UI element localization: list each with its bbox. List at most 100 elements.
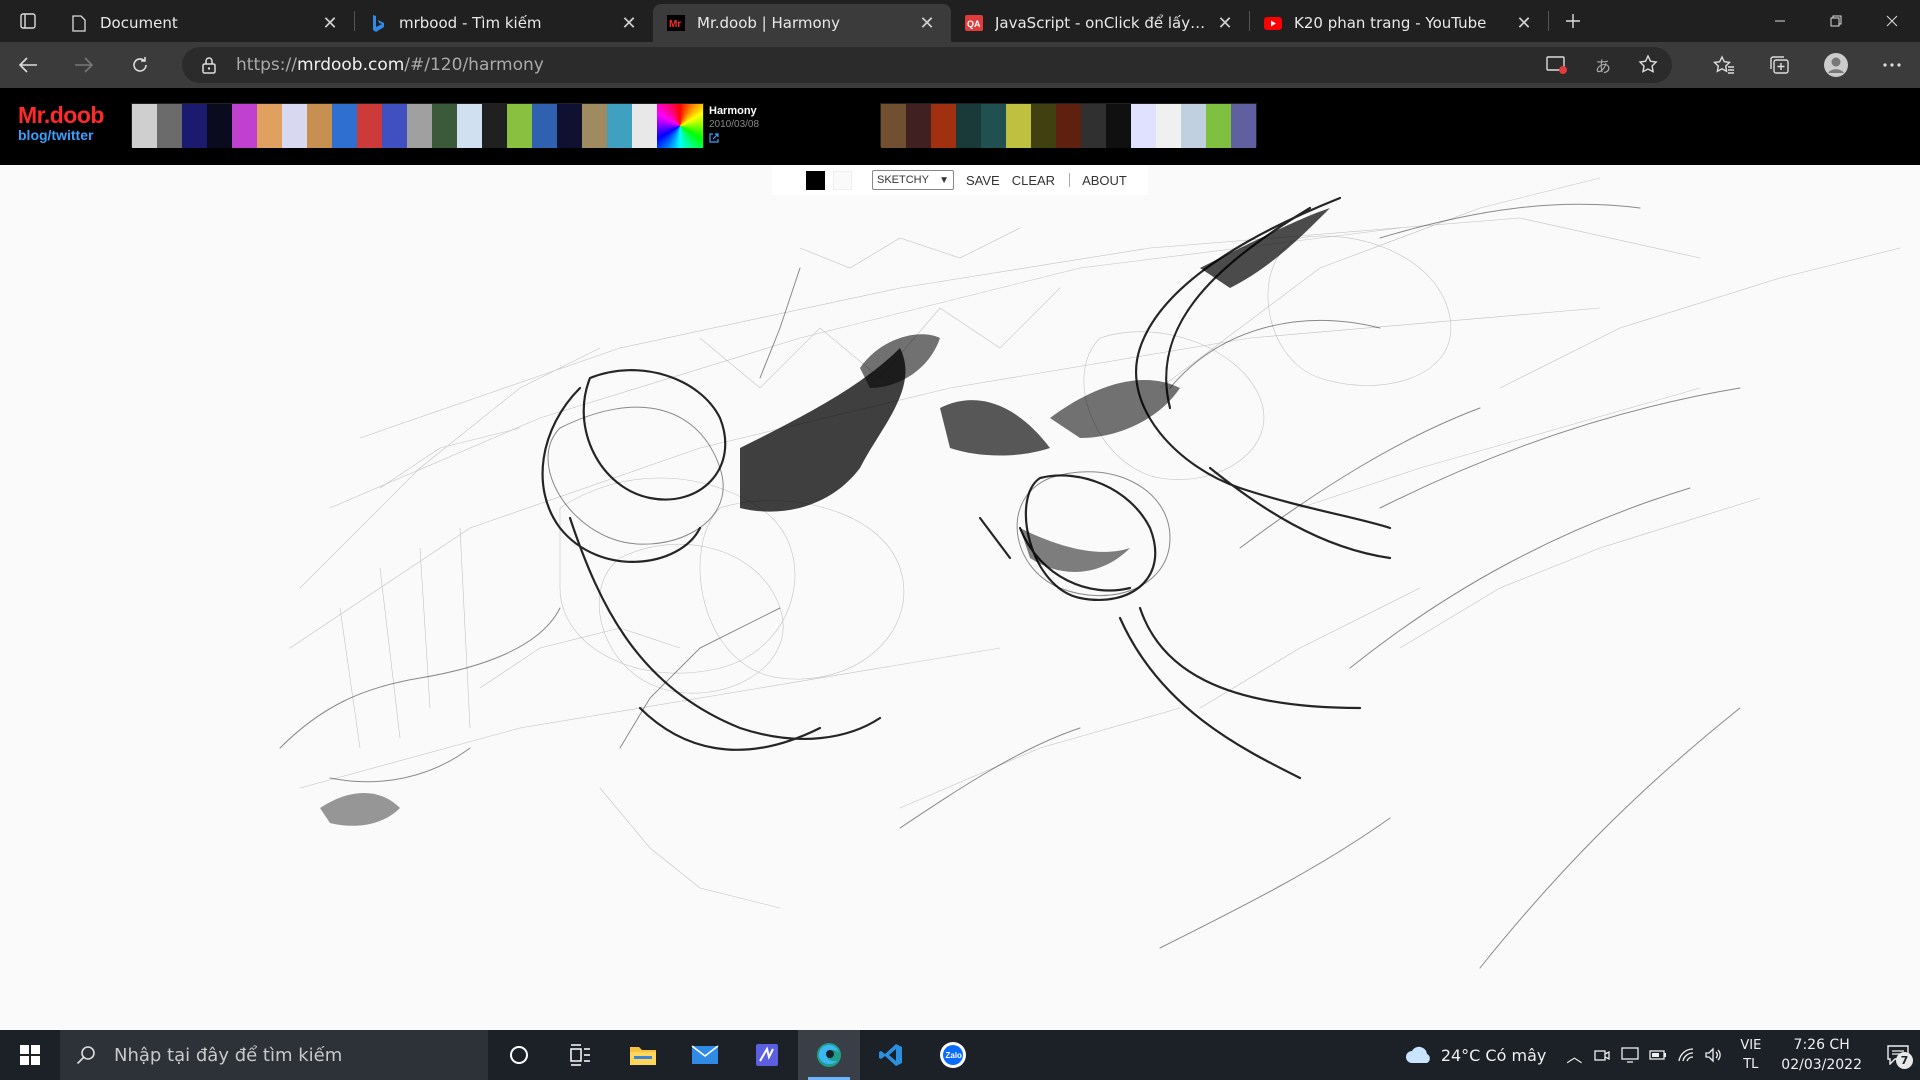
project-thumbnail[interactable] bbox=[906, 104, 931, 148]
volume-button[interactable] bbox=[1700, 1047, 1728, 1063]
app-available-button[interactable] bbox=[1534, 55, 1580, 75]
project-thumbnail[interactable] bbox=[507, 104, 532, 148]
input-language-button[interactable]: VIE TL bbox=[1740, 1036, 1761, 1074]
project-thumbnail[interactable] bbox=[432, 104, 457, 148]
vscode-button[interactable] bbox=[860, 1030, 922, 1080]
project-thumbnail[interactable] bbox=[881, 104, 906, 148]
mail-button[interactable] bbox=[674, 1030, 736, 1080]
project-thumbnail[interactable] bbox=[557, 104, 582, 148]
project-thumbnail[interactable] bbox=[582, 104, 607, 148]
back-button[interactable] bbox=[0, 42, 56, 88]
minimize-button[interactable] bbox=[1752, 0, 1808, 42]
clock-date: 02/03/2022 bbox=[1781, 1057, 1862, 1073]
project-thumbnail[interactable] bbox=[382, 104, 407, 148]
project-thumbnail[interactable] bbox=[182, 104, 207, 148]
project-thumbnail[interactable] bbox=[632, 104, 657, 148]
project-thumbnail[interactable] bbox=[257, 104, 282, 148]
project-thumbnail[interactable] bbox=[132, 104, 157, 148]
tab-document[interactable]: Document ✕ bbox=[56, 4, 354, 42]
tab-qa[interactable]: QA JavaScript - onClick để lấy ID của ✕ bbox=[951, 4, 1249, 42]
project-thumbnail[interactable] bbox=[1206, 104, 1231, 148]
project-thumbnail[interactable] bbox=[457, 104, 482, 148]
close-icon[interactable]: ✕ bbox=[917, 13, 937, 34]
profile-button[interactable] bbox=[1808, 42, 1864, 88]
clear-button[interactable]: CLEAR bbox=[1012, 173, 1055, 188]
project-thumbnail[interactable] bbox=[232, 104, 257, 148]
drawing-canvas[interactable] bbox=[0, 88, 1920, 1030]
close-window-button[interactable] bbox=[1864, 0, 1920, 42]
close-icon[interactable]: ✕ bbox=[1215, 13, 1235, 34]
close-icon[interactable]: ✕ bbox=[320, 13, 340, 34]
project-thumbnail[interactable] bbox=[332, 104, 357, 148]
screen-button[interactable] bbox=[1616, 1047, 1644, 1063]
edge-button[interactable] bbox=[798, 1030, 860, 1080]
project-thumbnail[interactable] bbox=[981, 104, 1006, 148]
file-explorer-button[interactable] bbox=[612, 1030, 674, 1080]
project-thumbnail[interactable] bbox=[532, 104, 557, 148]
weather-widget[interactable]: 24°C Có mây bbox=[1405, 1045, 1546, 1065]
start-button[interactable] bbox=[0, 1030, 60, 1080]
project-thumbnail[interactable] bbox=[1031, 104, 1056, 148]
show-hidden-icons-button[interactable]: ︿ bbox=[1560, 1043, 1588, 1067]
project-thumbnail[interactable] bbox=[282, 104, 307, 148]
project-thumbnail[interactable] bbox=[407, 104, 432, 148]
project-thumbnail[interactable] bbox=[1231, 104, 1256, 148]
action-center-button[interactable]: 7 bbox=[1876, 1030, 1920, 1080]
tab-actions-button[interactable] bbox=[0, 0, 56, 42]
collections-button[interactable] bbox=[1752, 42, 1808, 88]
zalo-icon: Zalo bbox=[940, 1042, 966, 1068]
project-thumbnail[interactable] bbox=[607, 104, 632, 148]
project-thumbnail[interactable] bbox=[482, 104, 507, 148]
close-icon[interactable]: ✕ bbox=[1514, 13, 1534, 34]
read-aloud-button[interactable]: あ bbox=[1580, 53, 1626, 77]
project-thumbnail[interactable] bbox=[931, 104, 956, 148]
project-thumbnail[interactable] bbox=[657, 104, 703, 148]
project-thumbnail[interactable] bbox=[1131, 104, 1156, 148]
external-link-icon[interactable] bbox=[709, 133, 719, 143]
project-thumbnail[interactable] bbox=[1181, 104, 1206, 148]
sticky-app-button[interactable] bbox=[736, 1030, 798, 1080]
blog-twitter-link[interactable]: blog/twitter bbox=[18, 127, 104, 143]
foreground-color-swatch[interactable] bbox=[806, 170, 825, 190]
project-thumbnail[interactable] bbox=[1106, 104, 1131, 148]
settings-menu-button[interactable] bbox=[1864, 42, 1920, 88]
lock-icon[interactable] bbox=[198, 54, 220, 76]
favorites-button[interactable] bbox=[1696, 42, 1752, 88]
zalo-button[interactable]: Zalo bbox=[922, 1030, 984, 1080]
tab-title: K20 phan trang - YouTube bbox=[1294, 14, 1487, 32]
tab-harmony[interactable]: Mr Mr.doob | Harmony ✕ bbox=[653, 4, 951, 42]
project-thumbnail[interactable] bbox=[1006, 104, 1031, 148]
project-thumbnail[interactable] bbox=[1056, 104, 1081, 148]
url-host: mrdoob.com bbox=[296, 55, 405, 75]
network-button[interactable] bbox=[1672, 1047, 1700, 1063]
project-thumbnail[interactable] bbox=[956, 104, 981, 148]
restore-button[interactable] bbox=[1808, 0, 1864, 42]
add-favorite-button[interactable] bbox=[1626, 54, 1672, 76]
new-tab-button[interactable] bbox=[1553, 0, 1593, 42]
close-icon[interactable]: ✕ bbox=[619, 13, 639, 34]
save-button[interactable]: SAVE bbox=[966, 173, 1000, 188]
background-color-swatch[interactable] bbox=[833, 170, 852, 190]
battery-button[interactable] bbox=[1644, 1049, 1672, 1061]
project-thumbnail[interactable] bbox=[1156, 104, 1181, 148]
address-bar[interactable]: https://mrdoob.com/#/120/harmony あ bbox=[182, 47, 1672, 83]
brush-select[interactable]: SKETCHY ▼ bbox=[872, 170, 954, 190]
project-thumbnail[interactable] bbox=[157, 104, 182, 148]
project-thumbnail[interactable] bbox=[1081, 104, 1106, 148]
refresh-button[interactable] bbox=[112, 42, 168, 88]
task-view-button[interactable] bbox=[550, 1030, 612, 1080]
site-logo[interactable]: Mr.doob bbox=[18, 102, 104, 129]
clock[interactable]: 7:26 CH 02/03/2022 bbox=[1781, 1035, 1862, 1075]
tab-youtube[interactable]: K20 phan trang - YouTube ✕ bbox=[1250, 4, 1548, 42]
forward-button[interactable] bbox=[56, 42, 112, 88]
project-thumbnail[interactable] bbox=[207, 104, 232, 148]
meet-now-button[interactable] bbox=[1588, 1047, 1616, 1063]
tab-bing-search[interactable]: mrbood - Tìm kiếm ✕ bbox=[355, 4, 653, 42]
project-thumbnail[interactable] bbox=[307, 104, 332, 148]
cortana-button[interactable] bbox=[488, 1030, 550, 1080]
featured-project-name[interactable]: Harmony bbox=[709, 105, 759, 117]
project-thumbnail[interactable] bbox=[357, 104, 382, 148]
about-button[interactable]: ABOUT bbox=[1082, 173, 1127, 188]
task-view-icon bbox=[570, 1044, 590, 1066]
taskbar-search-box[interactable]: Nhập tại đây để tìm kiếm bbox=[60, 1030, 488, 1080]
